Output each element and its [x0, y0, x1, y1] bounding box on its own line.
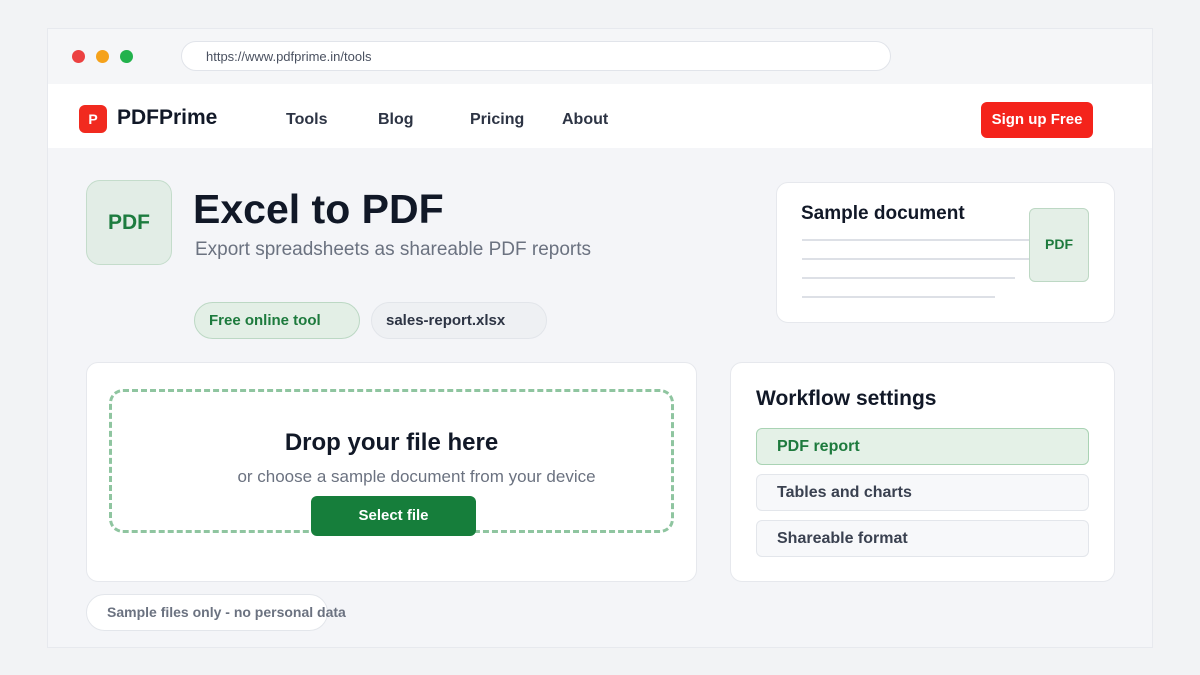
sample-document-card[interactable]: Sample document PDF: [776, 182, 1115, 323]
upload-card: Drop your file here or choose a sample d…: [86, 362, 697, 582]
pdf-badge-icon: PDF: [1029, 208, 1089, 282]
select-file-button[interactable]: Select file: [311, 496, 476, 536]
privacy-note: Sample files only - no personal data: [86, 594, 346, 631]
option-pdf-report[interactable]: PDF report: [756, 428, 1089, 465]
dropzone-title: Drop your file here: [284, 429, 499, 456]
minimize-window-button[interactable]: [96, 50, 109, 63]
sample-document-title: Sample document: [801, 203, 965, 224]
signup-button[interactable]: Sign up Free: [981, 102, 1093, 138]
page-title: Excel to PDF: [193, 186, 444, 232]
site-navbar: P PDFPrime Tools Blog Pricing About Sign…: [48, 84, 1152, 148]
document-line: [802, 296, 995, 298]
logo-icon[interactable]: P: [79, 105, 107, 133]
nav-pricing[interactable]: Pricing: [470, 111, 524, 129]
pdf-icon: PDF: [86, 180, 172, 265]
file-name-chip[interactable]: sales-report.xlsx: [371, 302, 547, 339]
option-shareable-format[interactable]: Shareable format: [756, 520, 1089, 557]
file-dropzone[interactable]: Drop your file here or choose a sample d…: [109, 389, 674, 536]
page-subtitle: Export spreadsheets as shareable PDF rep…: [195, 239, 592, 260]
browser-chrome: https://www.pdfprime.in/tools: [48, 29, 1152, 84]
document-line: [802, 277, 1015, 279]
browser-window: https://www.pdfprime.in/tools P PDFPrime…: [47, 28, 1153, 648]
brand-name[interactable]: PDFPrime: [117, 105, 217, 131]
close-window-button[interactable]: [72, 50, 85, 63]
dropzone-subtitle: or choose a sample document from your de…: [237, 467, 596, 486]
workflow-settings-card: Workflow settings PDF report Tables and …: [730, 362, 1115, 582]
address-bar[interactable]: https://www.pdfprime.in/tools: [181, 41, 891, 71]
maximize-window-button[interactable]: [120, 50, 133, 63]
document-line: [802, 258, 1034, 260]
nav-about[interactable]: About: [562, 111, 608, 129]
nav-tools[interactable]: Tools: [286, 111, 327, 129]
option-tables-and-charts[interactable]: Tables and charts: [756, 474, 1089, 511]
document-line: [802, 239, 1042, 241]
nav-blog[interactable]: Blog: [378, 111, 414, 129]
settings-title: Workflow settings: [756, 387, 937, 410]
free-tool-badge: Free online tool: [194, 302, 360, 339]
